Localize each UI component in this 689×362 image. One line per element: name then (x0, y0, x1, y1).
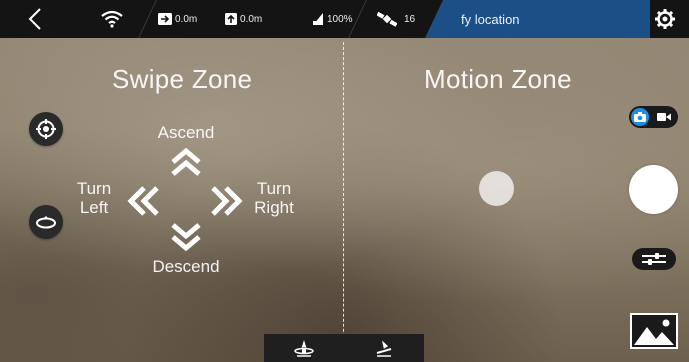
back-button[interactable] (20, 5, 50, 33)
battery-readout: 100% (312, 0, 353, 38)
gallery-button[interactable] (630, 313, 678, 349)
takeoff-icon (294, 340, 314, 357)
satellite-icon (377, 11, 397, 27)
takeoff-button[interactable] (264, 334, 344, 362)
turn-left-line2: Left (79, 198, 109, 217)
shutter-button[interactable] (629, 165, 678, 214)
back-chevron-icon (28, 8, 41, 30)
location-tab-label: fy location (461, 11, 520, 27)
ascend-chevron-icon[interactable] (170, 146, 202, 178)
distance-value: 0.0m (175, 13, 198, 25)
gps-target-button[interactable] (29, 112, 63, 146)
gear-icon (655, 9, 675, 29)
descend-chevron-icon[interactable] (170, 221, 202, 253)
motion-joystick[interactable] (479, 171, 514, 206)
camera-icon (631, 108, 649, 126)
turn-right-chevron-icon[interactable] (210, 185, 244, 217)
arrow-up-icon (225, 13, 237, 25)
gallery-icon (630, 313, 678, 349)
landing-button[interactable] (344, 334, 424, 362)
wifi-status (100, 0, 124, 38)
location-tab[interactable]: fy location (425, 0, 650, 38)
turn-left-label: Turn Left (72, 179, 116, 217)
descend-label: Descend (152, 257, 220, 276)
motion-zone-title: Motion Zone (424, 64, 572, 94)
turn-right-line1: Turn (256, 179, 292, 198)
turn-left-chevron-icon[interactable] (126, 185, 160, 217)
adjust-settings-button[interactable] (632, 248, 676, 270)
distance-readout: 0.0m (158, 0, 197, 38)
crosshair-icon (36, 119, 56, 139)
turn-left-line1: Turn (76, 179, 112, 198)
ascend-label: Ascend (157, 123, 215, 142)
battery-icon (312, 12, 324, 26)
zone-divider (343, 42, 344, 362)
arrow-right-icon (158, 13, 172, 25)
swipe-zone-title: Swipe Zone (112, 64, 253, 94)
bottom-control-bar (264, 334, 424, 362)
wifi-icon (101, 10, 123, 28)
camera-video-toggle[interactable] (629, 106, 678, 128)
video-icon (657, 113, 671, 121)
top-status-bar: 0.0m 0.0m 100% 16 fy location (0, 0, 689, 38)
settings-button[interactable] (654, 8, 676, 30)
turn-right-line2: Right (254, 198, 294, 217)
satellite-readout: 16 (377, 0, 415, 38)
altitude-value: 0.0m (240, 13, 263, 25)
sliders-icon (642, 253, 666, 265)
satellite-count: 16 (404, 13, 416, 25)
circle-flight-button[interactable] (29, 205, 63, 239)
turn-right-label: Turn Right (248, 179, 300, 217)
landing-icon (376, 340, 392, 357)
orbit-icon (36, 216, 56, 229)
altitude-readout: 0.0m (225, 0, 262, 38)
battery-value: 100% (327, 13, 353, 25)
divider (138, 0, 157, 38)
